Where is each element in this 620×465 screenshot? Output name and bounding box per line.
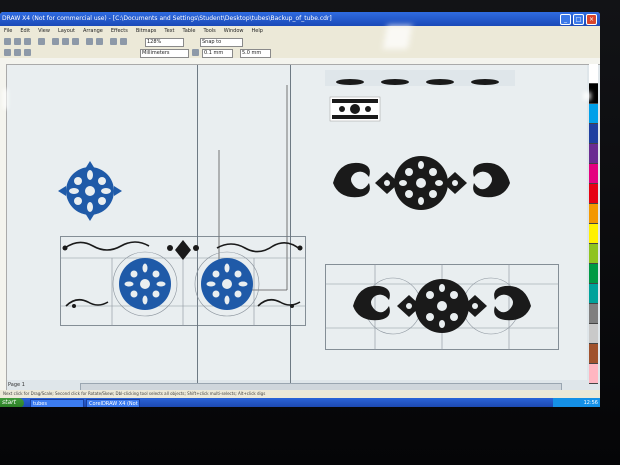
menu-bar: File Edit View Layout Arrange Effects Bi…	[0, 26, 600, 36]
menu-file[interactable]: File	[4, 26, 12, 36]
save-icon[interactable]	[24, 38, 31, 45]
screen-glare-left	[3, 89, 8, 109]
swatch-cyan[interactable]	[589, 104, 598, 124]
swatch-pink[interactable]	[589, 364, 598, 384]
small-ornament-tile[interactable]	[329, 96, 381, 122]
import-icon[interactable]	[110, 38, 117, 45]
snap-to-combo[interactable]: Snap to	[200, 38, 243, 47]
windows-taskbar: start tubes CorelDRAW X4 (Not f... 12:56	[0, 398, 600, 407]
window-title: DRAW X4 (Not for commercial use) - [C:\D…	[2, 15, 332, 22]
nudge-icon	[192, 49, 199, 56]
open-icon[interactable]	[14, 38, 21, 45]
color-palette	[589, 64, 598, 384]
minimize-button[interactable]: _	[560, 14, 571, 25]
menu-text[interactable]: Text	[164, 26, 174, 36]
swatch-gray[interactable]	[589, 304, 598, 324]
menu-tools[interactable]: Tools	[203, 26, 215, 36]
menu-table[interactable]: Table	[183, 26, 196, 36]
page-navigator[interactable]: Page 1	[8, 382, 25, 388]
black-horizontal-ornament[interactable]	[329, 154, 514, 212]
drawing-canvas[interactable]	[7, 65, 587, 395]
top-border-strip[interactable]	[325, 70, 515, 86]
landscape-icon[interactable]	[24, 49, 31, 56]
paste-icon[interactable]	[72, 38, 79, 45]
zoom-level-combo[interactable]: 128%	[145, 38, 184, 47]
cut-icon[interactable]	[52, 38, 59, 45]
start-button[interactable]: start	[0, 398, 24, 407]
left-panel-design[interactable]	[60, 236, 306, 326]
horizontal-ruler[interactable]	[0, 58, 600, 65]
menu-bitmaps[interactable]: Bitmaps	[136, 26, 157, 36]
status-bar: Next click for Drag/Scale; Second click …	[0, 390, 600, 398]
window-titlebar[interactable]: DRAW X4 (Not for commercial use) - [C:\D…	[0, 12, 600, 26]
screen-glare	[382, 25, 413, 49]
redo-icon[interactable]	[96, 38, 103, 45]
swatch-light-gray[interactable]	[589, 324, 598, 344]
swatch-blue[interactable]	[589, 124, 598, 144]
close-button[interactable]: ×	[586, 14, 597, 25]
swatch-brown[interactable]	[589, 344, 598, 364]
swatch-orange[interactable]	[589, 204, 598, 224]
task-tubes[interactable]: tubes	[30, 399, 84, 407]
portrait-icon[interactable]	[14, 49, 21, 56]
menu-edit[interactable]: Edit	[20, 26, 30, 36]
menu-arrange[interactable]: Arrange	[83, 26, 103, 36]
screen: DRAW X4 (Not for commercial use) - [C:\D…	[0, 12, 600, 407]
task-coreldraw[interactable]: CorelDRAW X4 (Not f...	[86, 399, 140, 407]
undo-icon[interactable]	[86, 38, 93, 45]
swatch-magenta[interactable]	[589, 164, 598, 184]
new-icon[interactable]	[4, 38, 11, 45]
paper-size-icon[interactable]	[4, 49, 11, 56]
right-panel-design[interactable]	[325, 264, 559, 350]
menu-window[interactable]: Window	[224, 26, 244, 36]
duplicate-distance-field[interactable]: 5.0 mm	[240, 49, 271, 58]
swatch-yellow[interactable]	[589, 224, 598, 244]
swatch-red[interactable]	[589, 184, 598, 204]
export-icon[interactable]	[120, 38, 127, 45]
screen-glare-right	[583, 92, 591, 100]
blue-medallion-ornament[interactable]	[55, 159, 125, 223]
system-tray: 12:56	[553, 398, 600, 407]
nudge-field[interactable]: 0.1 mm	[202, 49, 233, 58]
clock: 12:56	[583, 400, 598, 406]
vertical-ruler[interactable]	[0, 64, 7, 394]
menu-effects[interactable]: Effects	[111, 26, 128, 36]
swatch-teal[interactable]	[589, 284, 598, 304]
copy-icon[interactable]	[62, 38, 69, 45]
maximize-button[interactable]: □	[573, 14, 584, 25]
swatch-green[interactable]	[589, 264, 598, 284]
print-icon[interactable]	[38, 38, 45, 45]
page-tab-label[interactable]: Page 1	[8, 382, 25, 388]
swatch-lime[interactable]	[589, 244, 598, 264]
menu-layout[interactable]: Layout	[58, 26, 75, 36]
menu-help[interactable]: Help	[251, 26, 262, 36]
swatch-purple[interactable]	[589, 144, 598, 164]
menu-view[interactable]: View	[38, 26, 50, 36]
status-text: Next click for Drag/Scale; Second click …	[3, 391, 266, 396]
swatch-white[interactable]	[589, 64, 598, 84]
monitor-bezel: DRAW X4 (Not for commercial use) - [C:\D…	[0, 0, 620, 465]
units-combo[interactable]: Millimeters	[140, 49, 189, 58]
